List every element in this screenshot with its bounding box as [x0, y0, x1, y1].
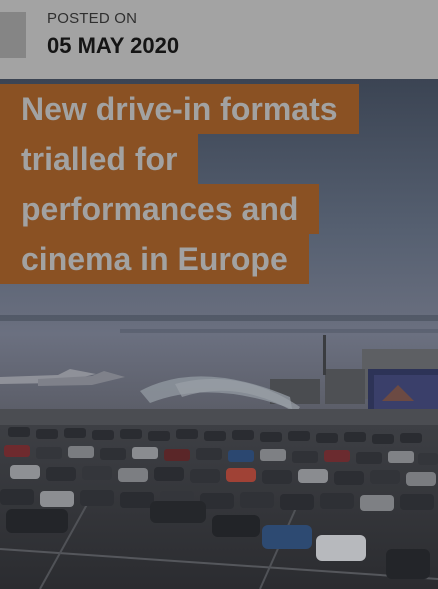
article-card[interactable]: POSTED ON 05 MAY 2020 New drive-in forma…	[0, 0, 438, 589]
headline-line[interactable]: cinema in Europe	[0, 234, 309, 284]
headline-line[interactable]: trialled for	[0, 134, 199, 184]
post-meta: POSTED ON 05 MAY 2020	[0, 0, 438, 79]
article-headline[interactable]: New drive-in formats trialled for perfor…	[0, 84, 420, 284]
headline-line[interactable]: New drive-in formats	[0, 84, 359, 134]
posted-on-label: POSTED ON	[47, 10, 138, 27]
meta-accent-bar	[0, 12, 26, 58]
headline-line[interactable]: performances and	[0, 184, 320, 234]
post-date: 05 MAY 2020	[47, 33, 180, 58]
